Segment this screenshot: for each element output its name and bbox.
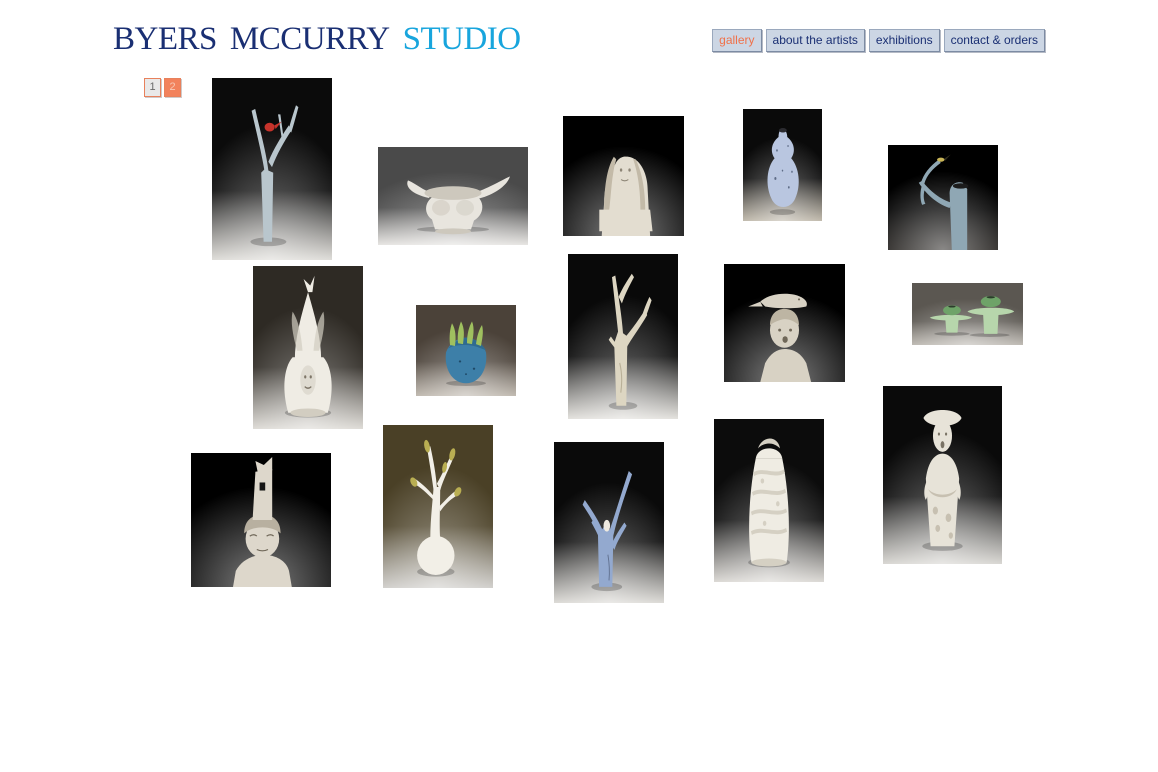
gallery-thumbnail-image: [714, 419, 824, 582]
gallery-thumbnail-image: [383, 425, 493, 588]
gallery-thumbnail-white-figurative-vessel[interactable]: [253, 266, 363, 429]
gallery-thumbnail-image: [563, 116, 684, 236]
gallery-thumbnail-long-haired-female-bust[interactable]: [563, 116, 684, 236]
gallery-thumbnail-standing-figure-with-hat[interactable]: [883, 386, 1002, 564]
gallery-thumbnail-image: [883, 386, 1002, 564]
gallery-thumbnail-image: [212, 78, 332, 260]
gallery-thumbnail-blue-gourd-vase[interactable]: [743, 109, 822, 221]
gallery-thumbnail-image: [554, 442, 664, 603]
gallery-thumbnail-image: [743, 109, 822, 221]
gallery-thumbnail-bulb-base-budding-tree[interactable]: [383, 425, 493, 588]
gallery-thumbnail-bust-with-tower-headdress[interactable]: [191, 453, 331, 587]
gallery-grid: [0, 0, 1158, 772]
gallery-thumbnail-white-branch-teapot[interactable]: [378, 147, 528, 245]
gallery-thumbnail-green-pedestal-pair[interactable]: [912, 283, 1023, 345]
gallery-thumbnail-image: [191, 453, 331, 587]
gallery-thumbnail-white-vine-relief-vase[interactable]: [714, 419, 824, 582]
gallery-thumbnail-image: [253, 266, 363, 429]
gallery-thumbnail-image: [416, 305, 516, 396]
gallery-thumbnail-blue-tree-with-white-bird[interactable]: [554, 442, 664, 603]
gallery-thumbnail-image: [378, 147, 528, 245]
gallery-thumbnail-blue-vessel-with-green-sprouts[interactable]: [416, 305, 516, 396]
gallery-thumbnail-bust-with-bird-on-head[interactable]: [724, 264, 845, 382]
gallery-thumbnail-image: [888, 145, 998, 250]
gallery-thumbnail-blue-tree-with-red-bird[interactable]: [212, 78, 332, 260]
gallery-thumbnail-image: [724, 264, 845, 382]
gallery-thumbnail-blue-trunk-vase-with-bird[interactable]: [888, 145, 998, 250]
gallery-thumbnail-image: [568, 254, 678, 419]
gallery-thumbnail-image: [912, 283, 1023, 345]
gallery-thumbnail-ivory-tree-sculpture[interactable]: [568, 254, 678, 419]
